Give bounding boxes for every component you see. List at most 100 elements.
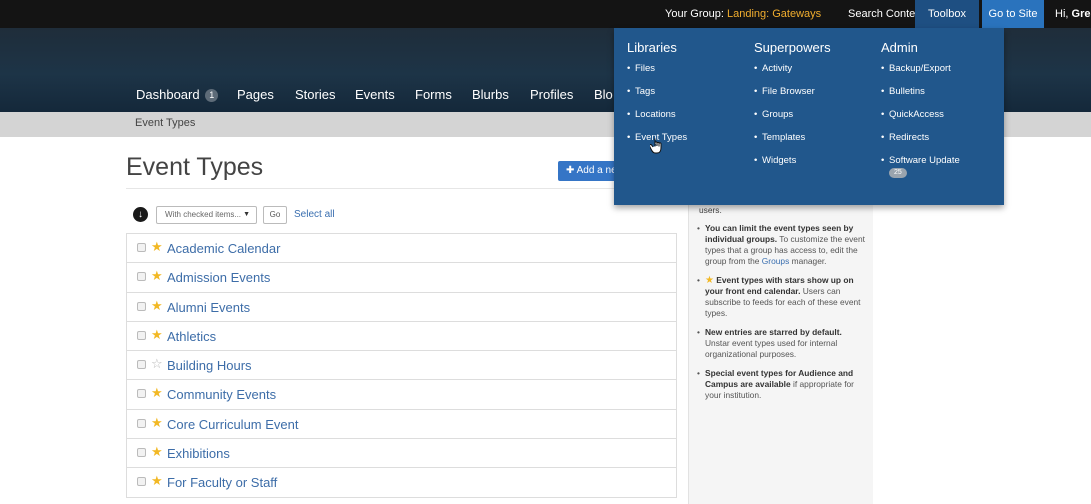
software-update-label: Software Update <box>889 155 960 166</box>
event-type-row[interactable]: ☆ Building Hours <box>126 351 677 381</box>
menu-item-activity[interactable]: Activity <box>754 63 879 86</box>
star-outline-icon[interactable]: ☆ <box>151 356 163 372</box>
group-name[interactable]: Landing: Gateways <box>727 8 821 20</box>
event-type-label[interactable]: Exhibitions <box>167 446 230 461</box>
menu-item-backup-export[interactable]: Backup/Export <box>881 63 1006 86</box>
event-type-label[interactable]: Community Events <box>167 387 276 402</box>
menu-item-quickaccess[interactable]: QuickAccess <box>881 109 1006 132</box>
row-checkbox[interactable] <box>137 243 146 252</box>
help-tips: You can limit the event types seen by in… <box>695 223 867 409</box>
page-title: Event Types <box>126 153 264 181</box>
event-type-label[interactable]: Academic Calendar <box>167 241 280 256</box>
menu-item-software-update[interactable]: Software Update 25 <box>881 155 1006 178</box>
admin-heading: Admin <box>881 40 918 55</box>
nav-blurbs[interactable]: Blurbs <box>472 87 509 102</box>
row-checkbox[interactable] <box>137 389 146 399</box>
plus-icon: ✚ <box>566 165 577 176</box>
event-type-row[interactable]: ★ Core Curriculum Event <box>126 409 677 440</box>
menu-item-bulletins[interactable]: Bulletins <box>881 86 1006 109</box>
nav-dashboard-label: Dashboard <box>136 87 200 102</box>
select-all-link[interactable]: Select all <box>294 209 335 220</box>
help-lead: users. <box>699 205 722 215</box>
tip-text: Unstar event types used for internal org… <box>705 338 838 359</box>
row-checkbox[interactable] <box>137 418 146 428</box>
nav-forms[interactable]: Forms <box>415 87 452 102</box>
row-checkbox[interactable] <box>137 330 146 340</box>
nav-events[interactable]: Events <box>355 87 395 102</box>
event-type-row[interactable]: ★ Athletics <box>126 321 677 352</box>
menu-item-event-types[interactable]: Event Types <box>627 132 752 155</box>
row-checkbox[interactable] <box>137 301 146 311</box>
star-icon[interactable]: ★ <box>151 385 163 401</box>
superpowers-heading: Superpowers <box>754 40 831 55</box>
star-icon[interactable]: ★ <box>151 444 163 460</box>
nav-dashboard[interactable]: Dashboard 1 <box>136 87 219 102</box>
nav-profiles[interactable]: Profiles <box>530 87 573 102</box>
row-checkbox[interactable] <box>137 448 146 458</box>
tip-text-end: manager. <box>789 256 827 266</box>
toolbox-dropdown: Libraries Files Tags Locations Event Typ… <box>614 28 1004 205</box>
event-type-label[interactable]: Building Hours <box>167 358 252 373</box>
menu-item-locations[interactable]: Locations <box>627 109 752 132</box>
admin-column: Admin Backup/Export Bulletins QuickAcces… <box>881 40 1006 178</box>
event-type-row[interactable]: ★ Alumni Events <box>126 292 677 322</box>
nav-stories[interactable]: Stories <box>295 87 335 102</box>
bulk-select-value: With checked items... <box>165 210 242 219</box>
help-tip: Special event types for Audience and Cam… <box>695 368 867 401</box>
menu-item-widgets[interactable]: Widgets <box>754 155 879 178</box>
nav-blogs[interactable]: Blo <box>594 87 613 102</box>
user-greeting[interactable]: Hi, Gre <box>1048 0 1091 28</box>
nav-pages[interactable]: Pages <box>237 87 274 102</box>
star-icon[interactable]: ★ <box>151 415 163 431</box>
menu-item-groups[interactable]: Groups <box>754 109 879 132</box>
row-checkbox[interactable] <box>137 477 146 487</box>
help-tip: You can limit the event types seen by in… <box>695 223 867 267</box>
libraries-heading: Libraries <box>627 40 677 55</box>
star-icon[interactable]: ★ <box>151 268 163 284</box>
star-icon[interactable]: ★ <box>151 298 163 314</box>
event-types-list: ★ Academic Calendar ★ Admission Events ★ Alum… <box>126 233 677 498</box>
bulk-action-select[interactable]: With checked items... ▼ <box>156 206 257 224</box>
star-icon[interactable]: ★ <box>151 239 163 255</box>
help-tip: ★ Event types with stars show up on your… <box>695 275 867 319</box>
menu-item-files[interactable]: Files <box>627 63 752 86</box>
search-content-link[interactable]: Search Content <box>848 0 924 28</box>
star-icon[interactable]: ★ <box>151 473 163 489</box>
menu-item-file-browser[interactable]: File Browser <box>754 86 879 109</box>
event-type-row[interactable]: ★ Exhibitions <box>126 439 677 469</box>
title-divider <box>126 188 674 189</box>
star-icon: ★ <box>705 275 714 286</box>
current-group[interactable]: Your Group: Landing: Gateways <box>665 0 821 28</box>
help-tip: New entries are starred by default. Unst… <box>695 327 867 360</box>
breadcrumb[interactable]: Event Types <box>135 117 195 129</box>
event-type-row[interactable]: ★ Academic Calendar <box>126 234 677 264</box>
event-type-label[interactable]: For Faculty or Staff <box>167 475 277 490</box>
event-type-label[interactable]: Admission Events <box>167 270 270 285</box>
star-icon[interactable]: ★ <box>151 327 163 343</box>
dashboard-badge: 1 <box>205 89 219 102</box>
libraries-column: Libraries Files Tags Locations Event Typ… <box>627 40 752 155</box>
event-type-row[interactable]: ★ Community Events <box>126 380 677 410</box>
groups-link[interactable]: Groups <box>762 256 789 266</box>
event-type-label[interactable]: Alumni Events <box>167 300 250 315</box>
toolbox-button[interactable]: Toolbox <box>915 0 979 28</box>
group-label: Your Group: <box>665 8 724 20</box>
superpowers-column: Superpowers Activity File Browser Groups… <box>754 40 879 178</box>
row-checkbox[interactable] <box>137 272 146 282</box>
bulk-actions-arrow-icon[interactable]: ↓ <box>133 207 148 222</box>
menu-item-tags[interactable]: Tags <box>627 86 752 109</box>
add-new-label: Add a ne <box>576 165 617 176</box>
help-panel: users. You can limit the event types see… <box>688 195 873 504</box>
user-name: Gre <box>1071 8 1091 20</box>
menu-item-templates[interactable]: Templates <box>754 132 879 155</box>
tip-bold: New entries are starred by default. <box>705 327 842 337</box>
go-to-site-button[interactable]: Go to Site <box>982 0 1044 28</box>
event-type-row[interactable]: ★ For Faculty or Staff <box>126 468 677 498</box>
add-new-button[interactable]: ✚ Add a ne <box>558 161 618 181</box>
row-checkbox[interactable] <box>137 360 146 370</box>
event-type-row[interactable]: ★ Admission Events <box>126 263 677 293</box>
go-button[interactable]: Go <box>263 206 287 224</box>
event-type-label[interactable]: Core Curriculum Event <box>167 417 299 432</box>
event-type-label[interactable]: Athletics <box>167 329 216 344</box>
menu-item-redirects[interactable]: Redirects <box>881 132 1006 155</box>
